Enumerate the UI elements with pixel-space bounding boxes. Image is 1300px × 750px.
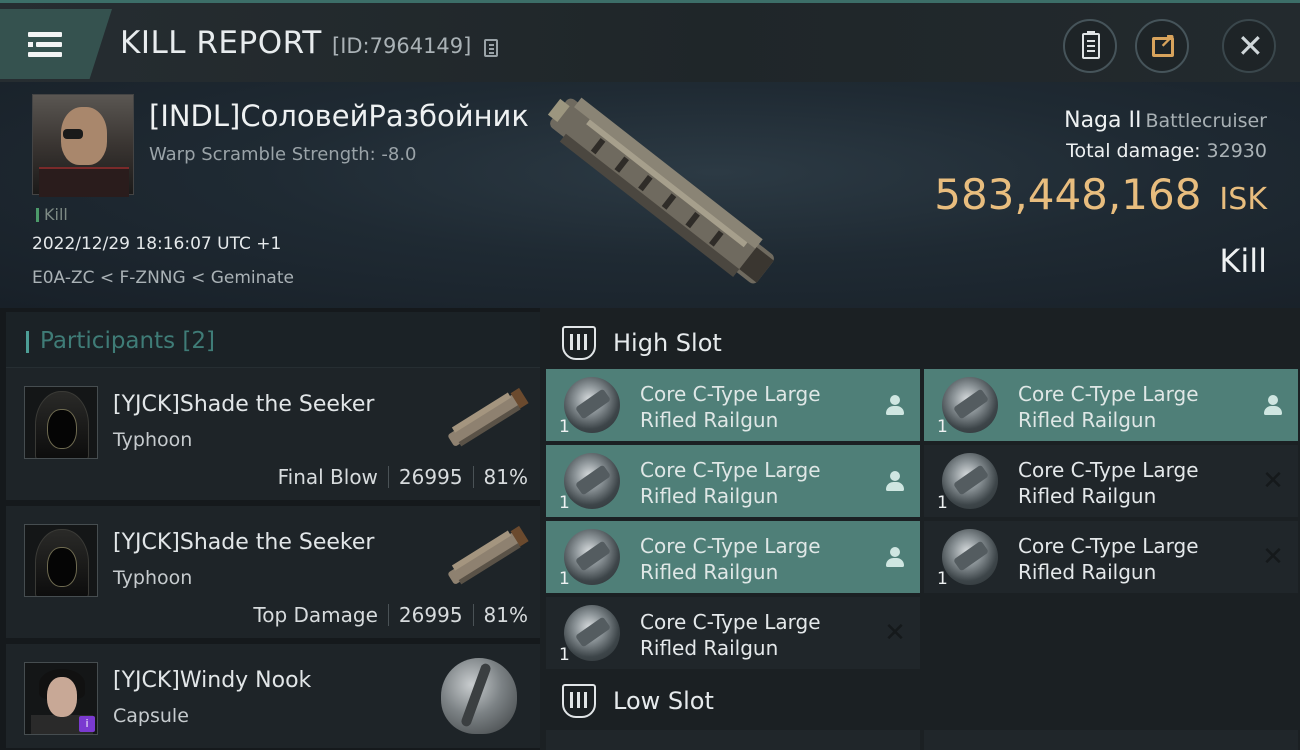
cross-icon: ✕ bbox=[1262, 466, 1284, 496]
module-quantity: 1 bbox=[559, 569, 570, 589]
high-slot-header: High Slot bbox=[540, 312, 1300, 370]
module-quantity: 1 bbox=[559, 645, 570, 665]
outcome-label: Kill bbox=[1219, 242, 1267, 280]
module-name: Core C-Type Large Rifled Railgun bbox=[640, 382, 821, 432]
module-name: Core C-Type Large Rifled Railgun bbox=[640, 534, 821, 584]
participants-header[interactable]: Participants [2] bbox=[6, 312, 540, 368]
railgun-icon bbox=[564, 453, 620, 509]
person-icon bbox=[884, 393, 906, 417]
module-name: Core C-Type Large Rifled Railgun bbox=[640, 610, 821, 660]
railgun-icon bbox=[564, 605, 620, 661]
total-damage: Total damage: 32930 bbox=[1066, 140, 1267, 162]
participant-avatar bbox=[24, 524, 98, 597]
module-item[interactable]: 1 Core C-Type Large Rifled Railgun bbox=[546, 521, 920, 593]
module-item[interactable]: 1 Core C-Type Large Rifled Railgun bbox=[924, 369, 1298, 441]
close-icon: ✕ bbox=[1237, 27, 1264, 65]
participant-row[interactable]: [YJCK]Shade the Seeker Typhoon Final Blo… bbox=[6, 368, 540, 502]
participant-damage: 26995 bbox=[398, 603, 463, 627]
kill-timestamp: 2022/12/29 18:16:07 UTC +1 bbox=[32, 234, 282, 254]
module-name: Core C-Type Large Rifled Railgun bbox=[1018, 534, 1199, 584]
isk-unit: ISK bbox=[1219, 182, 1267, 217]
victim-ship-name[interactable]: Naga II Battlecruiser bbox=[1064, 108, 1267, 133]
participant-damage: 26995 bbox=[398, 465, 463, 489]
corp-badge-icon: i bbox=[79, 716, 95, 732]
low-slot-title: Low Slot bbox=[613, 687, 714, 715]
module-name: Core C-Type Large Rifled Railgun bbox=[640, 458, 821, 508]
capsule-image bbox=[441, 658, 517, 734]
railgun-icon bbox=[564, 377, 620, 433]
participant-ship: Typhoon bbox=[113, 567, 193, 589]
victim-portrait[interactable] bbox=[32, 94, 134, 197]
railgun-icon bbox=[942, 453, 998, 509]
participant-ship: Capsule bbox=[113, 705, 189, 727]
module-item[interactable]: 1 Core C-Type Large Rifled Railgun ✕ bbox=[924, 445, 1298, 517]
participant-ship: Typhoon bbox=[113, 429, 193, 451]
module-name: Core C-Type Large Rifled Railgun bbox=[1018, 458, 1199, 508]
module-item[interactable]: 1 Core C-Type Large Rifled Railgun ✕ bbox=[546, 597, 920, 669]
participant-name: [YJCK]Windy Nook bbox=[113, 668, 312, 693]
cross-icon: ✕ bbox=[1262, 542, 1284, 572]
railgun-icon bbox=[564, 529, 620, 585]
module-item[interactable] bbox=[546, 730, 920, 750]
module-quantity: 1 bbox=[937, 493, 948, 513]
participants-panel: Participants [2] [YJCK]Shade the Seeker … bbox=[0, 308, 540, 750]
participant-role: Final Blow bbox=[277, 465, 378, 489]
participant-percent: 81% bbox=[483, 603, 528, 627]
participant-avatar bbox=[24, 386, 98, 459]
menu-button[interactable] bbox=[0, 9, 112, 79]
high-slot-icon bbox=[562, 326, 596, 360]
close-button[interactable]: ✕ bbox=[1222, 19, 1276, 73]
victim-ship-class: Battlecruiser bbox=[1145, 110, 1267, 132]
module-quantity: 1 bbox=[559, 493, 570, 513]
person-icon bbox=[1262, 393, 1284, 417]
kill-location[interactable]: E0A-ZC < F-ZNNG < Geminate bbox=[32, 268, 294, 288]
participant-row[interactable]: [YJCK]Shade the Seeker Typhoon Top Damag… bbox=[6, 506, 540, 640]
page-title: KILL REPORT bbox=[120, 25, 322, 61]
fitting-panel: High Slot 1 Core C-Type Large Rifled Rail… bbox=[540, 308, 1300, 750]
kill-tag: Kill bbox=[36, 205, 68, 224]
report-id: [ID:7964149] bbox=[332, 34, 472, 58]
module-quantity: 1 bbox=[937, 569, 948, 589]
isk-value: 583,448,168 ISK bbox=[934, 170, 1267, 219]
victim-ship-image[interactable] bbox=[520, 92, 800, 292]
victim-name[interactable]: [INDL]СоловейРазбойник bbox=[149, 99, 529, 133]
participant-name: [YJCK]Shade the Seeker bbox=[113, 392, 375, 417]
cross-icon: ✕ bbox=[884, 618, 906, 648]
low-slot-header: Low Slot bbox=[540, 670, 1300, 728]
module-item[interactable]: 1 Core C-Type Large Rifled Railgun bbox=[546, 369, 920, 441]
module-quantity: 1 bbox=[559, 417, 570, 437]
warp-scramble-strength: Warp Scramble Strength: -8.0 bbox=[149, 144, 417, 165]
person-icon bbox=[884, 469, 906, 493]
low-slot-icon bbox=[562, 684, 596, 718]
module-item[interactable] bbox=[924, 730, 1298, 750]
participant-ship-image bbox=[448, 387, 529, 447]
top-bar: KILL REPORT [ID:7964149] ↗ ✕ bbox=[0, 0, 1300, 82]
module-quantity: 1 bbox=[937, 417, 948, 437]
participant-percent: 81% bbox=[483, 465, 528, 489]
participant-name: [YJCK]Shade the Seeker bbox=[113, 530, 375, 555]
participant-ship-image bbox=[448, 525, 529, 585]
railgun-icon bbox=[942, 529, 998, 585]
clipboard-button[interactable] bbox=[1063, 19, 1117, 73]
participant-avatar: i bbox=[24, 662, 98, 735]
module-item[interactable]: 1 Core C-Type Large Rifled Railgun bbox=[546, 445, 920, 517]
module-name: Core C-Type Large Rifled Railgun bbox=[1018, 382, 1199, 432]
module-item[interactable]: 1 Core C-Type Large Rifled Railgun ✕ bbox=[924, 521, 1298, 593]
person-icon bbox=[884, 545, 906, 569]
copy-icon[interactable] bbox=[484, 39, 498, 57]
participant-role: Top Damage bbox=[253, 603, 378, 627]
participant-stats: Final Blow 26995 81% bbox=[278, 465, 528, 489]
clipboard-icon bbox=[1082, 31, 1100, 59]
high-slot-title: High Slot bbox=[613, 329, 722, 357]
railgun-icon bbox=[942, 377, 998, 433]
participants-title: Participants [2] bbox=[40, 328, 215, 354]
hamburger-icon bbox=[28, 32, 62, 37]
participant-row[interactable]: i [YJCK]Windy Nook Capsule bbox=[6, 644, 540, 750]
share-button[interactable]: ↗ bbox=[1135, 19, 1189, 73]
total-damage-value: 32930 bbox=[1206, 140, 1267, 162]
participant-stats: Top Damage 26995 81% bbox=[253, 603, 528, 627]
victim-summary: [INDL]СоловейРазбойник Warp Scramble Str… bbox=[0, 82, 1300, 308]
